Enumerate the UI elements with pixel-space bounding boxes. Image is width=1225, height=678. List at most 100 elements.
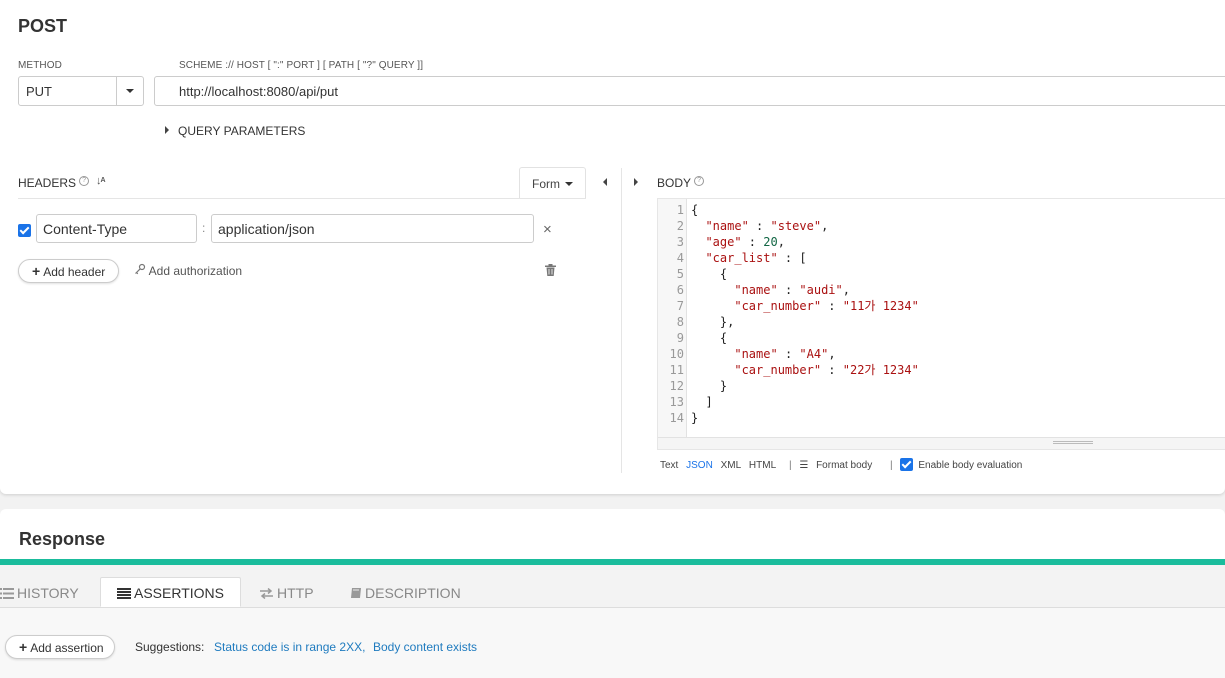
code-text: "car_list" : [ <box>705 251 807 265</box>
response-title: Response <box>19 529 106 549</box>
line-number: 8 <box>676 315 684 329</box>
plus-icon: + <box>19 639 28 655</box>
tab-description[interactable]: DESCRIPTION <box>350 578 475 608</box>
format-xml[interactable]: XML <box>721 460 742 471</box>
code-text: "car_number" : "22가 1234" <box>734 363 919 377</box>
method-value: PUT <box>26 84 52 99</box>
headers-label: HEADERS <box>18 176 77 190</box>
code-text: } <box>691 379 728 393</box>
tab-assertions[interactable]: ASSERTIONS <box>100 577 241 607</box>
line-number: 6 <box>676 283 684 297</box>
header-colon: : <box>202 221 206 235</box>
request-panel: POST METHOD SCHEME :// HOST [ ":" PORT ]… <box>0 0 1225 494</box>
tab-assertions-label: ASSERTIONS <box>134 585 224 601</box>
form-mode-label: Form <box>532 177 560 191</box>
list-icon <box>0 588 14 599</box>
expand-arrow-icon <box>165 126 169 134</box>
query-parameters-label: QUERY PARAMETERS <box>178 124 306 138</box>
add-assertion-label: Add assertion <box>30 641 104 655</box>
line-number: 5 <box>676 267 684 281</box>
add-authorization-label: Add authorization <box>148 264 243 278</box>
body-editor[interactable]: 1 {2 "name" : "steve", 3 "age" : 20, 4 "car… <box>657 198 1225 450</box>
code-text: { <box>691 331 728 345</box>
url-input[interactable] <box>154 76 1225 106</box>
line-number: 11 <box>669 363 684 377</box>
separator: | <box>788 460 792 471</box>
body-title: BODY? <box>657 176 705 190</box>
form-mode-button[interactable]: Form <box>519 167 586 199</box>
header-value-input[interactable] <box>211 214 534 243</box>
add-assertion-button[interactable]: + Add assertion <box>5 635 115 659</box>
collapse-right-icon[interactable] <box>634 178 638 186</box>
enable-evaluation-checkbox[interactable] <box>900 458 914 471</box>
code-text: "age" : 20, <box>705 235 785 249</box>
sort-icon[interactable]: ↓A <box>96 175 106 187</box>
format-body-button[interactable]: ☰ Format body <box>799 460 877 471</box>
suggestion-status-code[interactable]: Status code is in range 2XX, <box>214 640 365 654</box>
editor-resize-handle[interactable] <box>658 437 1225 449</box>
line-number: 4 <box>676 251 684 265</box>
format-html[interactable]: HTML <box>749 460 776 471</box>
tab-http[interactable]: HTTP <box>259 578 329 608</box>
method-label: METHOD <box>18 60 62 71</box>
code-text: ] <box>691 395 713 409</box>
headers-divider <box>18 198 586 199</box>
enable-evaluation-label: Enable body evaluation <box>918 460 1023 471</box>
tab-history-label: HISTORY <box>17 585 79 601</box>
trash-icon[interactable] <box>545 264 556 276</box>
grip-icon <box>1053 441 1093 444</box>
chevron-down-icon <box>565 182 573 186</box>
help-icon[interactable]: ? <box>694 176 705 186</box>
format-body-label: Format body <box>816 460 873 471</box>
line-number: 13 <box>669 395 684 409</box>
line-number: 2 <box>676 219 684 233</box>
header-name-input[interactable] <box>36 214 197 243</box>
code-text: "car_number" : "11가 1234" <box>734 299 919 313</box>
tab-http-label: HTTP <box>277 585 314 601</box>
format-json[interactable]: JSON <box>686 460 713 471</box>
line-number: 9 <box>676 331 684 345</box>
chevron-down-icon <box>126 89 134 93</box>
exchange-icon <box>260 587 273 600</box>
help-icon[interactable]: ? <box>79 176 90 186</box>
method-dropdown-toggle[interactable] <box>116 77 143 105</box>
code-text: { <box>691 203 699 217</box>
enable-evaluation-toggle[interactable]: Enable body evaluation <box>900 458 1027 471</box>
line-number: 10 <box>669 347 684 361</box>
assertions-icon <box>117 588 131 599</box>
line-number: 7 <box>676 299 684 313</box>
suggestions-label: Suggestions: <box>135 640 205 654</box>
format-text[interactable]: Text <box>660 460 678 471</box>
url-label: SCHEME :// HOST [ ":" PORT ] [ PATH [ "?… <box>179 60 424 71</box>
line-number: 1 <box>676 203 684 217</box>
code-text: "name" : "A4", <box>734 347 836 361</box>
body-label: BODY <box>657 176 692 190</box>
suggestion-body-exists[interactable]: Body content exists <box>373 640 477 654</box>
header-enabled-checkbox[interactable] <box>18 224 31 237</box>
response-tabs: HISTORY ASSERTIONS HTTP DESCRIPTION <box>0 566 1225 608</box>
code-text: "name" : "audi", <box>734 283 850 297</box>
add-header-button[interactable]: + Add header <box>18 259 119 283</box>
collapse-left-icon[interactable] <box>603 178 607 186</box>
add-authorization-link[interactable]: Add authorization <box>134 263 242 278</box>
align-left-icon: ☰ <box>799 460 809 471</box>
query-parameters-toggle[interactable]: QUERY PARAMETERS <box>165 124 305 138</box>
panel-divider[interactable] <box>621 168 622 473</box>
line-number: 3 <box>676 235 684 249</box>
key-icon <box>135 263 146 275</box>
close-icon[interactable]: × <box>543 221 552 238</box>
book-icon <box>351 588 361 598</box>
code-text: "name" : "steve", <box>705 219 829 233</box>
method-select[interactable]: PUT <box>18 76 144 106</box>
body-options-bar: Text JSON XML HTML | ☰ Format body | Ena… <box>660 458 1032 471</box>
code-text: { <box>691 267 728 281</box>
plus-icon: + <box>32 263 41 279</box>
code-text: }, <box>691 315 735 329</box>
tab-history[interactable]: HISTORY <box>0 578 90 608</box>
tab-description-label: DESCRIPTION <box>365 585 461 601</box>
code-text: } <box>691 411 699 425</box>
page-title: POST <box>18 16 68 36</box>
response-panel: Response <box>0 509 1225 560</box>
headers-title: HEADERS? <box>18 176 90 190</box>
separator: | <box>890 460 893 471</box>
